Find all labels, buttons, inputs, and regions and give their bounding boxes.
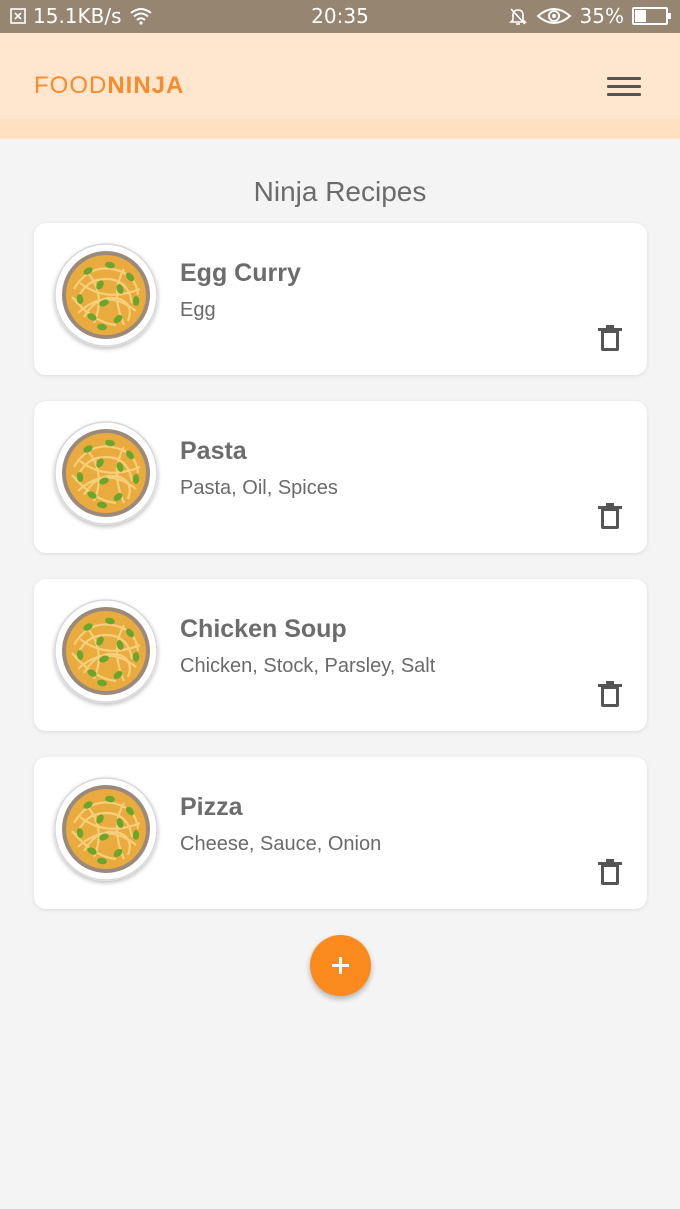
brand-part-ninja: NINJA (107, 72, 185, 99)
recipe-title: Pizza (180, 793, 243, 821)
recipe-title: Pasta (180, 437, 247, 465)
menu-line (607, 93, 641, 96)
trash-icon[interactable] (598, 681, 622, 707)
menu-line (607, 77, 641, 80)
recipe-ingredients: Egg (180, 299, 216, 321)
menu-line (607, 85, 641, 88)
recipe-card: Pizza Cheese, Sauce, Onion (34, 757, 647, 909)
noodle-bowl-icon (54, 243, 158, 347)
page-title: Ninja Recipes (253, 176, 427, 207)
status-bar-right: 35% (508, 4, 671, 28)
noodle-bowl-icon (54, 777, 158, 881)
status-bar: 15.1KB/s 20:35 35% (0, 0, 680, 33)
battery-percent: 35% (579, 4, 624, 28)
recipe-ingredients: Cheese, Sauce, Onion (180, 833, 382, 855)
brand-part-food: FOOD (34, 72, 108, 99)
recipe-title: Chicken Soup (180, 615, 347, 643)
hamburger-menu-icon[interactable] (604, 75, 644, 105)
recipe-card: Chicken Soup Chicken, Stock, Parsley, Sa… (34, 579, 647, 731)
trash-icon[interactable] (598, 503, 622, 529)
add-recipe-button[interactable] (310, 935, 371, 996)
brand-logo[interactable]: FOODNINJA (34, 72, 184, 100)
eye-icon (536, 6, 572, 26)
recipe-ingredients: Pasta, Oil, Spices (180, 477, 338, 499)
battery-icon (632, 7, 671, 25)
bell-off-icon (508, 6, 528, 26)
recipe-title: Egg Curry (180, 259, 301, 287)
trash-icon[interactable] (598, 325, 622, 351)
recipe-card: Pasta Pasta, Oil, Spices (34, 401, 647, 553)
battery-level (635, 10, 647, 22)
header-shadow (0, 119, 680, 139)
app-header: FOODNINJA (0, 33, 680, 139)
noodle-bowl-icon (54, 599, 158, 703)
recipe-card: Egg Curry Egg (34, 223, 647, 375)
trash-icon[interactable] (598, 859, 622, 885)
noodle-bowl-icon (54, 421, 158, 525)
recipe-ingredients: Chicken, Stock, Parsley, Salt (180, 655, 436, 677)
